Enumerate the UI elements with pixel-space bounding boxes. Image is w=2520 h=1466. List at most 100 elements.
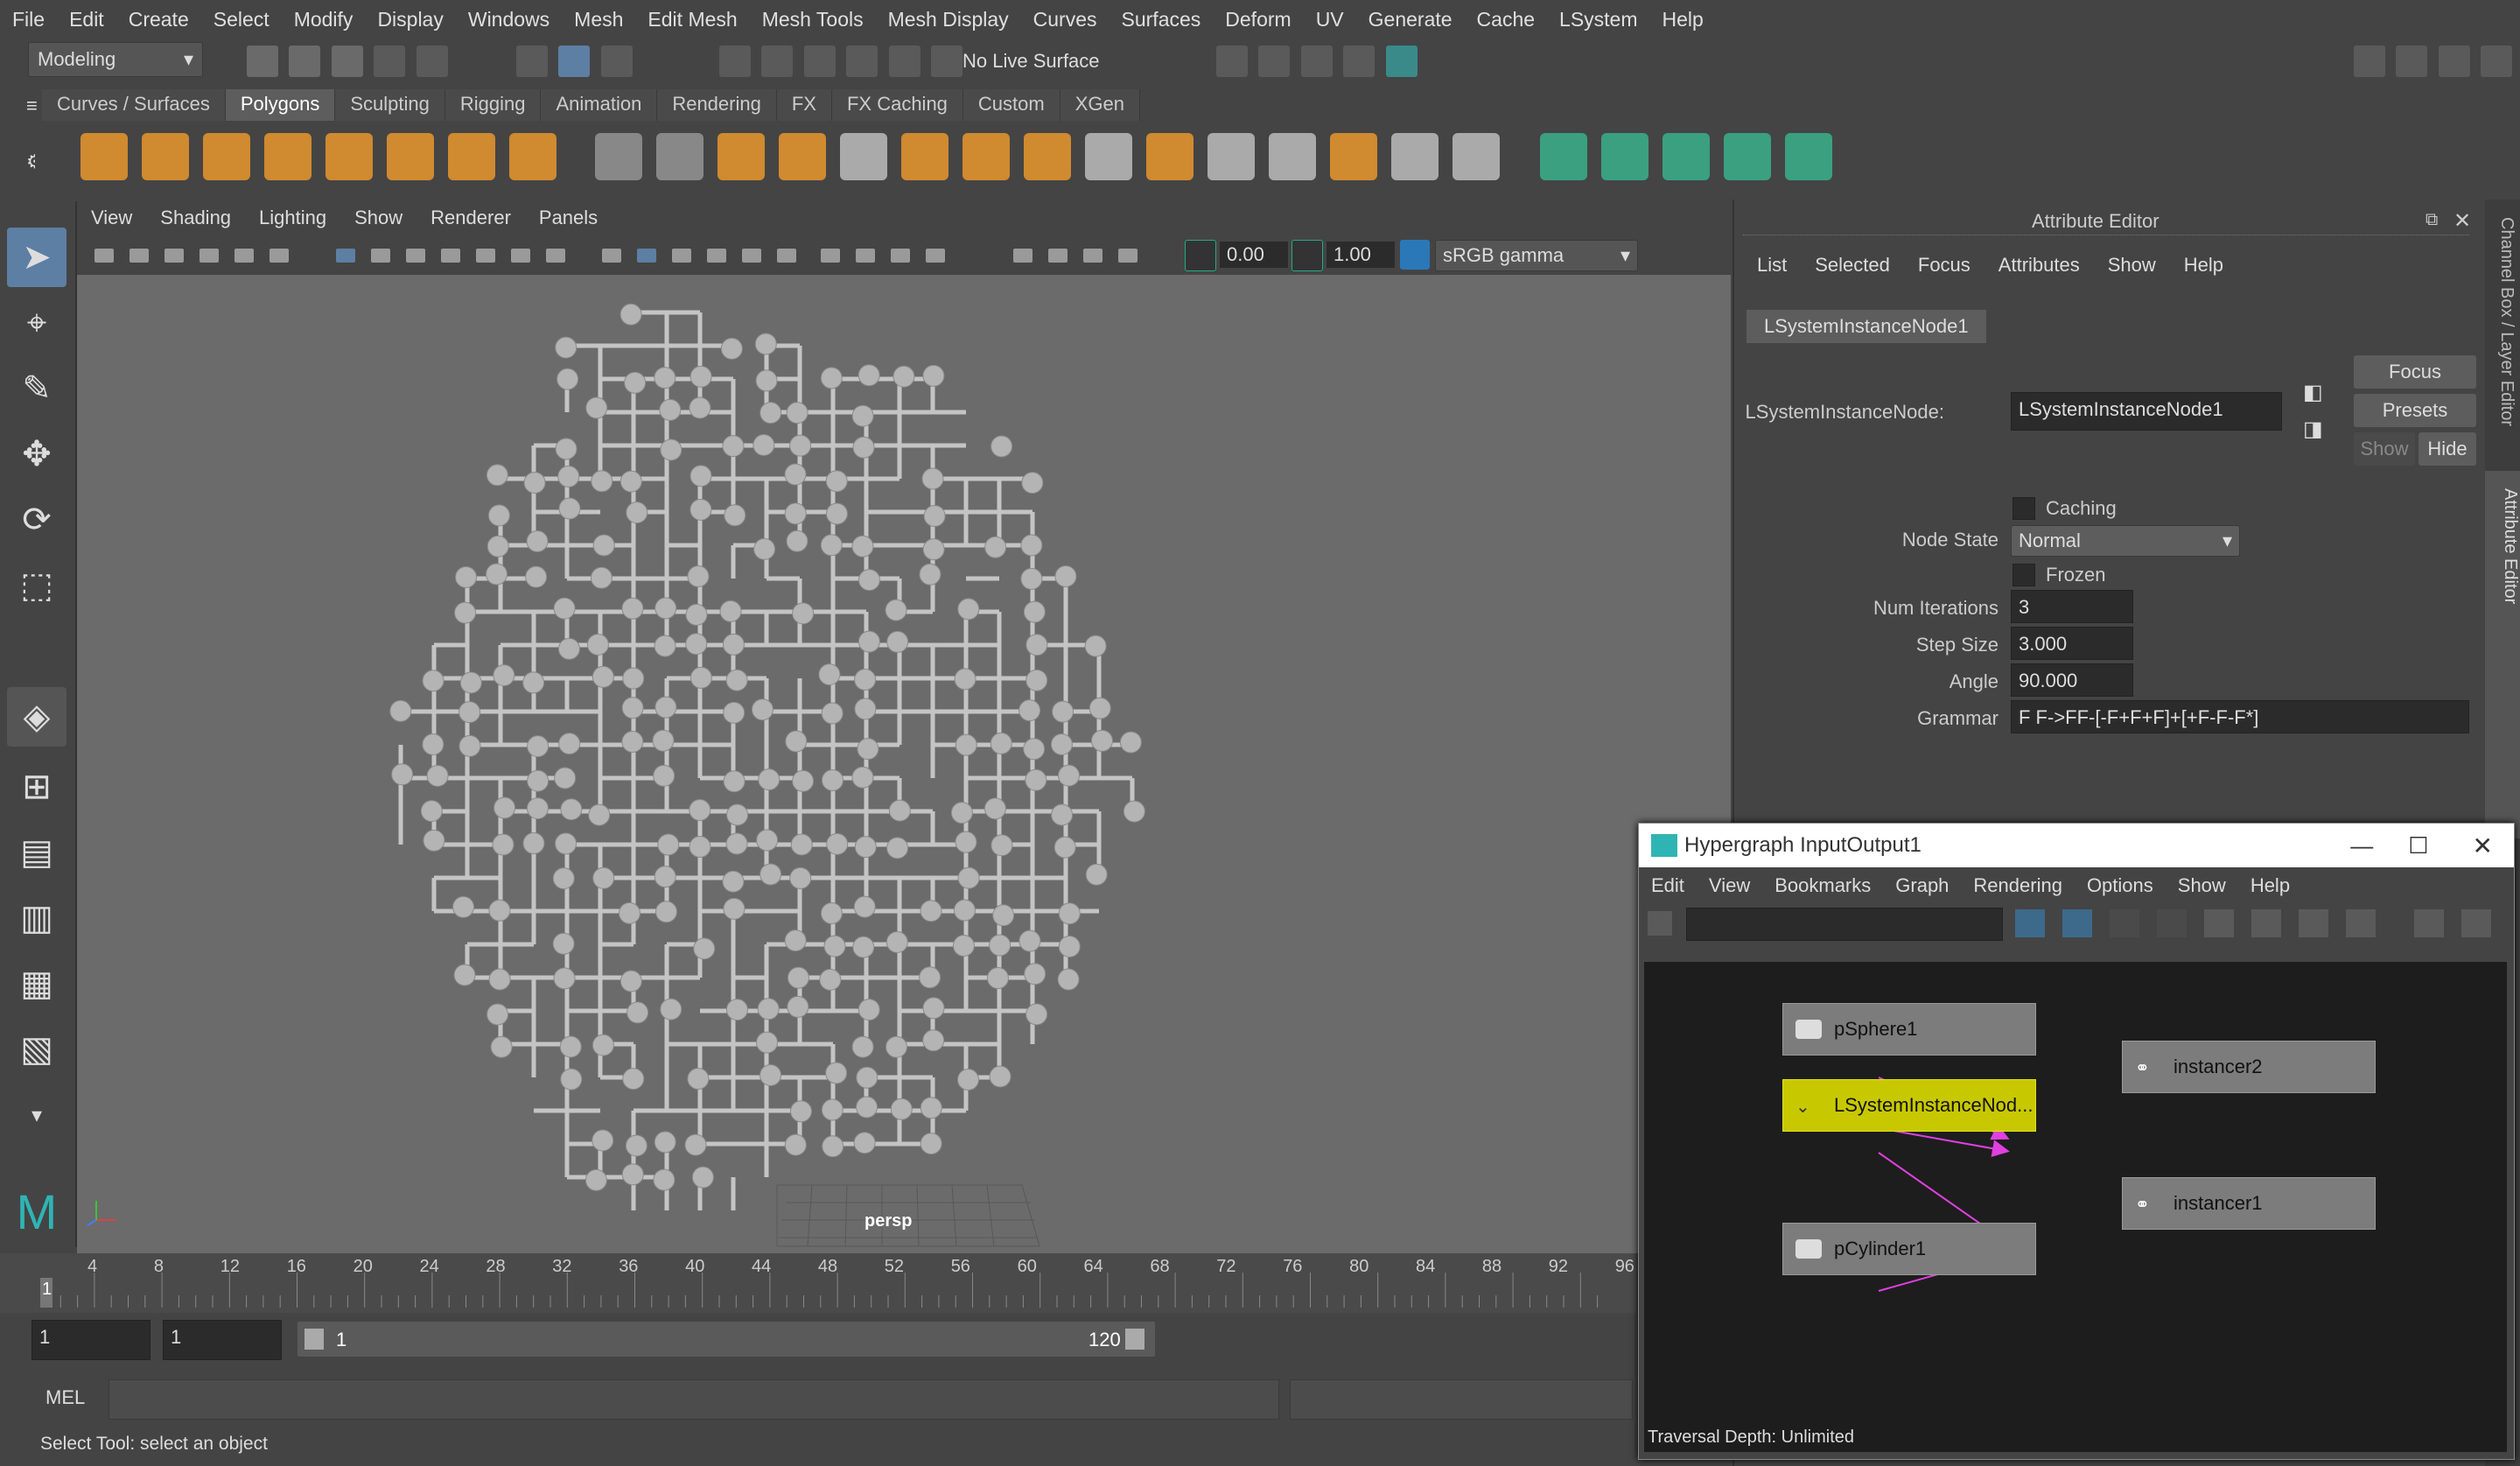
lasso-tool-icon[interactable]: ⌖ bbox=[7, 293, 66, 353]
node-tab[interactable]: LSystemInstanceNode1 bbox=[1746, 310, 1986, 343]
render-frame-icon[interactable] bbox=[1258, 46, 1291, 77]
attribute-editor-toggle-icon[interactable] bbox=[2396, 46, 2428, 77]
shelf-tab-polygons[interactable]: Polygons bbox=[225, 89, 336, 121]
focus-button[interactable]: Focus bbox=[2354, 355, 2476, 389]
color-management-icon[interactable] bbox=[1400, 240, 1430, 270]
snap-point-icon[interactable] bbox=[803, 46, 836, 77]
tool-settings-icon[interactable] bbox=[2438, 46, 2470, 77]
exposure-icon[interactable] bbox=[1185, 240, 1216, 271]
planar-mapping-icon[interactable] bbox=[1540, 133, 1587, 180]
ipr-render-icon[interactable] bbox=[1300, 46, 1333, 77]
float-panel-icon[interactable]: ⧉ bbox=[2426, 210, 2438, 230]
pcylinder-node[interactable]: pCylinder1 bbox=[1782, 1223, 2036, 1275]
shelf-tab-custom[interactable]: Custom bbox=[962, 89, 1060, 121]
angle-field[interactable]: 90.000 bbox=[2011, 663, 2133, 697]
attr-menu-selected[interactable]: Selected bbox=[1801, 254, 1904, 285]
toggle-panel-icon[interactable] bbox=[2461, 909, 2491, 937]
shelf-tab-fx-caching[interactable]: FX Caching bbox=[831, 89, 963, 121]
caching-checkbox[interactable] bbox=[2012, 497, 2035, 520]
gamma-field[interactable]: 1.00 bbox=[1326, 242, 1395, 268]
shelf-tab-rendering[interactable]: Rendering bbox=[657, 89, 777, 121]
uv-editor-icon[interactable] bbox=[1785, 133, 1832, 180]
undo-icon[interactable] bbox=[374, 46, 406, 77]
shelf-tab-xgen[interactable]: XGen bbox=[1060, 89, 1140, 121]
bevel-icon[interactable] bbox=[1146, 133, 1194, 180]
hypergraph-menu-graph[interactable]: Graph bbox=[1883, 874, 1961, 897]
menu-cache[interactable]: Cache bbox=[1465, 8, 1547, 32]
layout-hypershade-icon[interactable]: ▧ bbox=[7, 1020, 66, 1079]
save-scene-icon[interactable] bbox=[331, 46, 363, 77]
lsystem-node[interactable]: ⌄ LSystemInstanceNod... bbox=[1782, 1079, 2036, 1132]
viewport-menu-lighting[interactable]: Lighting bbox=[245, 207, 340, 229]
snap-grid-icon[interactable] bbox=[719, 46, 751, 77]
menu-file[interactable]: File bbox=[0, 8, 57, 32]
shelf-tab-animation[interactable]: Animation bbox=[541, 89, 658, 121]
range-slider[interactable]: 1 120 bbox=[298, 1322, 1155, 1357]
channel-box-toggle-icon[interactable] bbox=[2481, 46, 2513, 77]
attr-menu-focus[interactable]: Focus bbox=[1904, 254, 1984, 285]
automatic-mapping-icon[interactable] bbox=[1724, 133, 1771, 180]
color-space-dropdown[interactable]: sRGB gamma ▾ bbox=[1435, 240, 1638, 271]
edit-bookmark-icon[interactable] bbox=[2346, 909, 2376, 937]
frozen-checkbox[interactable] bbox=[2012, 564, 2035, 586]
start-frame-field[interactable]: 1 bbox=[32, 1320, 150, 1360]
command-language-label[interactable]: MEL bbox=[46, 1386, 85, 1409]
panel-icon-row[interactable] bbox=[86, 242, 1188, 270]
append-polygon-icon[interactable] bbox=[1330, 133, 1377, 180]
layout-persp-graph-icon[interactable]: ▤ bbox=[7, 823, 66, 882]
layout-graph-icon[interactable]: ▦ bbox=[7, 954, 66, 1014]
menu-mesh-tools[interactable]: Mesh Tools bbox=[750, 8, 876, 32]
minimize-icon[interactable]: — bbox=[2350, 832, 2373, 859]
render-view-icon[interactable] bbox=[1216, 46, 1248, 77]
close-icon[interactable]: ✕ bbox=[2473, 831, 2493, 860]
select-component-icon[interactable] bbox=[600, 46, 633, 77]
layout-more-icon[interactable]: ▾ bbox=[7, 1085, 66, 1145]
viewport-menu-view[interactable]: View bbox=[77, 207, 146, 229]
move-tool-icon[interactable]: ✥ bbox=[7, 424, 66, 484]
open-scene-icon[interactable] bbox=[289, 46, 321, 77]
snap-view-plane-icon[interactable] bbox=[846, 46, 878, 77]
extrude-icon[interactable] bbox=[1024, 133, 1071, 180]
output-connections-icon[interactable]: ◨ bbox=[2303, 417, 2333, 443]
merge-icon[interactable] bbox=[1452, 133, 1500, 180]
menu-uv[interactable]: UV bbox=[1304, 8, 1356, 32]
select-object-icon[interactable] bbox=[558, 46, 591, 77]
time-slider[interactable]: 1 4 8 12 16 20 24 28 32 36 40 44 48 52 56 60 64 68 72 76 80… bbox=[0, 1253, 1636, 1313]
layout-icon[interactable] bbox=[2414, 909, 2444, 937]
range-start-handle[interactable] bbox=[304, 1329, 324, 1350]
poly-cylinder-icon[interactable] bbox=[203, 133, 250, 180]
close-icon[interactable]: ✕ bbox=[2454, 208, 2471, 234]
bool-icon[interactable] bbox=[901, 133, 948, 180]
poly-plane-icon[interactable] bbox=[326, 133, 373, 180]
step-size-field[interactable]: 3.000 bbox=[2011, 627, 2133, 660]
poly-cube-icon[interactable] bbox=[142, 133, 189, 180]
single-perspective-icon[interactable]: ◈ bbox=[7, 687, 66, 747]
offset-edge-loop-icon[interactable] bbox=[1269, 133, 1316, 180]
hypergraph-menu-bookmarks[interactable]: Bookmarks bbox=[1762, 874, 1883, 897]
maximize-icon[interactable]: ☐ bbox=[2408, 832, 2428, 859]
spherical-mapping-icon[interactable] bbox=[1662, 133, 1710, 180]
grammar-field[interactable]: F F->FF-[-F+F+F]+[+F-F-F*] bbox=[2011, 700, 2469, 733]
bookmark-icon[interactable] bbox=[2299, 909, 2328, 937]
num-iterations-field[interactable]: 3 bbox=[2011, 590, 2133, 623]
menu-edit[interactable]: Edit bbox=[57, 8, 116, 32]
hypergraph-canvas[interactable]: pSphere1 ⌄ LSystemInstanceNod... pCylind… bbox=[1644, 962, 2507, 1452]
gamma-icon[interactable] bbox=[1292, 240, 1323, 271]
snap-live-icon[interactable] bbox=[931, 46, 963, 77]
poly-cone-icon[interactable] bbox=[264, 133, 312, 180]
frame-all-icon[interactable] bbox=[1648, 911, 1672, 936]
presets-button[interactable]: Presets bbox=[2354, 394, 2476, 427]
poly-torus-icon[interactable] bbox=[387, 133, 434, 180]
hypergraph-menu-edit[interactable]: Edit bbox=[1639, 874, 1697, 897]
combine-icon[interactable] bbox=[595, 133, 642, 180]
command-input[interactable] bbox=[108, 1379, 1279, 1420]
multi-cut-icon[interactable] bbox=[962, 133, 1010, 180]
extract-icon[interactable] bbox=[718, 133, 765, 180]
new-scene-icon[interactable] bbox=[247, 46, 278, 77]
mode-dropdown[interactable]: Modeling ▾ bbox=[28, 42, 203, 77]
paint-select-icon[interactable]: ✎ bbox=[7, 359, 66, 418]
four-view-icon[interactable]: ⊞ bbox=[7, 757, 66, 817]
hypershade-icon[interactable] bbox=[1385, 46, 1418, 77]
target-weld-icon[interactable] bbox=[1391, 133, 1438, 180]
smooth-icon[interactable] bbox=[779, 133, 826, 180]
